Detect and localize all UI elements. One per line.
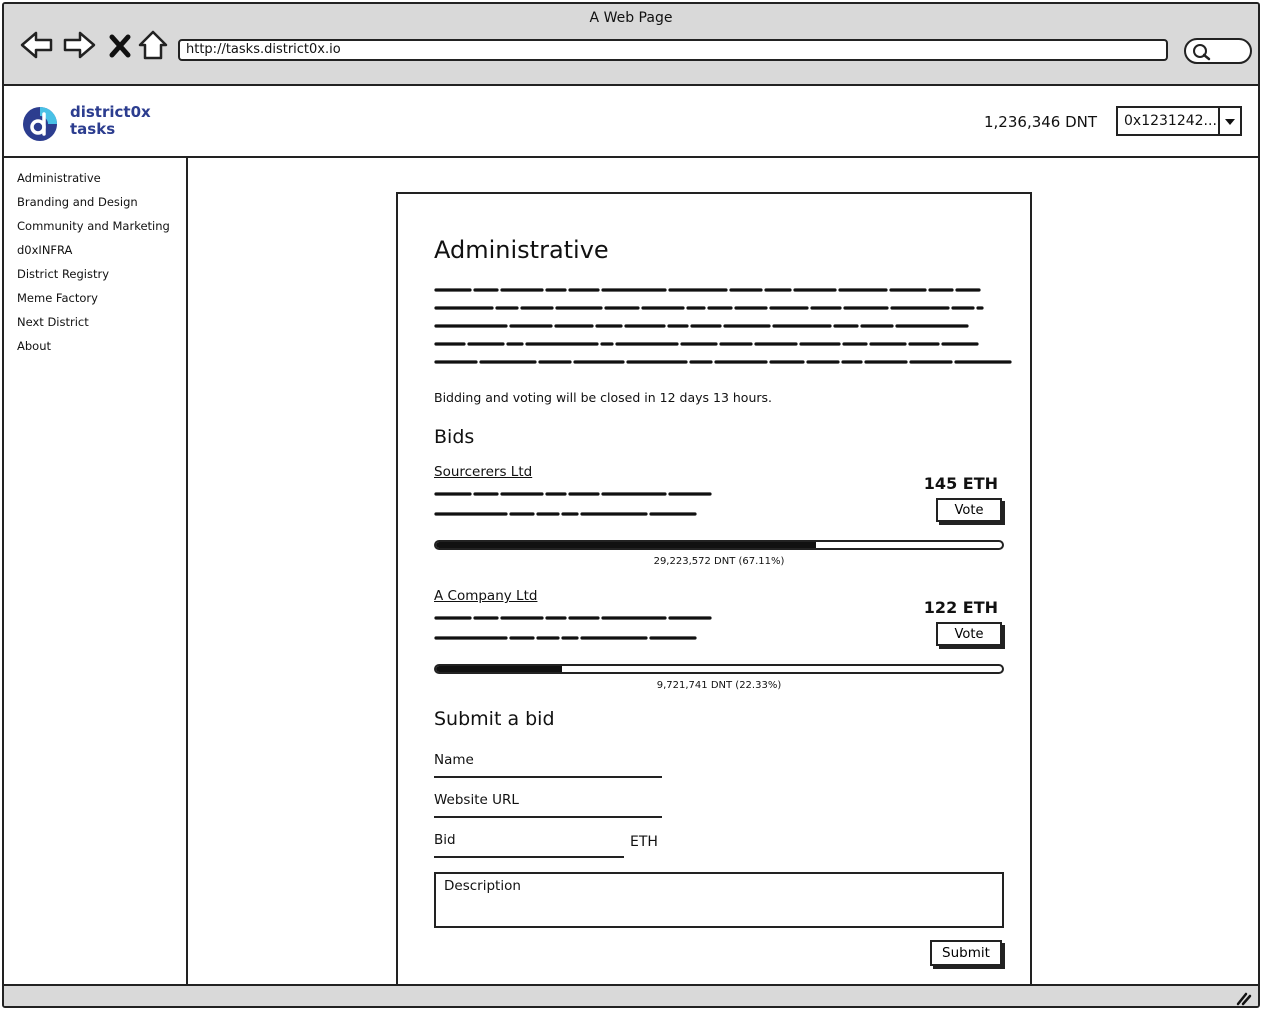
vote-progress-fill xyxy=(436,542,816,548)
sidebar-item-community-and-marketing[interactable]: Community and Marketing xyxy=(4,218,186,242)
vote-total: 9,721,741 DNT (22.33%) xyxy=(656,680,782,691)
name-field[interactable]: Name xyxy=(434,752,662,778)
sidebar-item-meme-factory[interactable]: Meme Factory xyxy=(4,290,186,314)
home-icon[interactable] xyxy=(138,29,168,61)
chevron-down-icon[interactable] xyxy=(1218,108,1240,134)
bidder-link[interactable]: Sourcerers Ltd xyxy=(434,464,532,480)
sidebar-item-next-district[interactable]: Next District xyxy=(4,314,186,338)
account-address: 0x1231242... xyxy=(1124,113,1217,129)
bidder-link[interactable]: A Company Ltd xyxy=(434,588,537,604)
website-url-field-underline xyxy=(434,816,662,818)
logo-line-1: district0x xyxy=(70,103,151,121)
vote-button[interactable]: Vote xyxy=(936,498,1002,522)
logo-text[interactable]: district0x tasks xyxy=(70,104,151,138)
dnt-balance: 1,236,346 DNT xyxy=(984,113,1098,131)
sidebar-item-about[interactable]: About xyxy=(4,338,186,362)
sidebar-item-d0xinfra[interactable]: d0xINFRA xyxy=(4,242,186,266)
bid-item: A Company Ltd 122 ETH Vote 9,721,741 DNT… xyxy=(434,588,1006,708)
sidebar-item-district-registry[interactable]: District Registry xyxy=(4,266,186,290)
app-header: district0x tasks 1,236,346 DNT 0x1231242… xyxy=(4,86,1258,158)
bid-field-label: Bid xyxy=(434,832,456,848)
bid-description-placeholder xyxy=(434,616,712,640)
vote-progress-fill xyxy=(436,666,563,672)
stop-icon[interactable] xyxy=(106,29,134,61)
task-description-placeholder xyxy=(434,288,1014,364)
vote-total: 29,223,572 DNT (67.11%) xyxy=(653,556,785,567)
sidebar-item-branding-and-design[interactable]: Branding and Design xyxy=(4,194,186,218)
browser-chrome: A Web Page http://tasks.district0x.io xyxy=(4,4,1258,86)
bid-description-placeholder xyxy=(434,492,712,516)
sidebar-menu: Administrative Branding and Design Commu… xyxy=(4,158,186,362)
name-field-label: Name xyxy=(434,752,474,768)
task-card: Administrative Bidding and voting will b… xyxy=(396,192,1032,988)
vote-button[interactable]: Vote xyxy=(936,622,1002,646)
page-title: Administrative xyxy=(434,236,609,264)
vote-progress-bar xyxy=(434,664,1004,674)
website-url-field[interactable]: Website URL xyxy=(434,792,662,818)
bid-amount: 145 ETH xyxy=(923,474,998,493)
bid-field-underline xyxy=(434,856,624,858)
sidebar-item-administrative[interactable]: Administrative xyxy=(4,170,186,194)
submit-button[interactable]: Submit xyxy=(930,940,1002,966)
address-bar[interactable]: http://tasks.district0x.io xyxy=(178,39,1168,61)
resize-grip-icon[interactable] xyxy=(1234,990,1252,1006)
description-textarea[interactable]: Description xyxy=(434,872,1004,928)
account-select[interactable]: 0x1231242... xyxy=(1116,106,1242,136)
sidebar: Administrative Branding and Design Commu… xyxy=(4,158,188,984)
window-title: A Web Page xyxy=(589,10,673,26)
name-field-underline xyxy=(434,776,662,778)
browser-window: A Web Page http://tasks.district0x.io di… xyxy=(2,2,1260,1008)
bid-amount: 122 ETH xyxy=(923,598,998,617)
browser-search-field[interactable] xyxy=(1184,38,1252,64)
logo-line-2: tasks xyxy=(70,120,116,138)
bids-heading: Bids xyxy=(434,426,475,448)
forward-arrow-icon[interactable] xyxy=(62,29,96,61)
submit-bid-heading: Submit a bid xyxy=(434,708,555,730)
district0x-logo-icon[interactable] xyxy=(20,104,60,144)
search-icon xyxy=(1193,44,1211,61)
bid-amount-field[interactable]: Bid xyxy=(434,832,624,858)
website-url-field-label: Website URL xyxy=(434,792,519,808)
browser-status-bar xyxy=(4,984,1258,1006)
bid-unit-label: ETH xyxy=(630,834,658,850)
bid-item: Sourcerers Ltd 145 ETH Vote 29,223,572 D… xyxy=(434,464,1006,584)
vote-progress-bar xyxy=(434,540,1004,550)
voting-deadline-text: Bidding and voting will be closed in 12 … xyxy=(434,390,773,405)
back-arrow-icon[interactable] xyxy=(20,29,54,61)
